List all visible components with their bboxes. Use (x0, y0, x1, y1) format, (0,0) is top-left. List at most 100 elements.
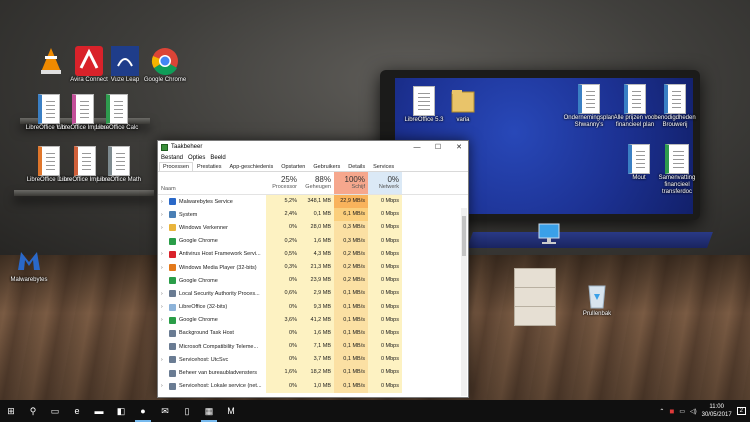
process-disk: 0,3 MB/s (334, 234, 368, 248)
menu-bestand[interactable]: Bestand (161, 155, 183, 161)
column-processor[interactable]: 25% Processor (266, 172, 300, 194)
process-memory: 0,1 MB (300, 208, 334, 222)
menu-opties[interactable]: Opties (188, 155, 205, 161)
process-memory: 1,0 MB (300, 379, 334, 393)
tab-details[interactable]: Details (344, 162, 369, 171)
process-row[interactable]: Microsoft Compatibility Teleme... 0% 7,1 M… (158, 340, 468, 354)
tab-opstarten[interactable]: Opstarten (277, 162, 309, 171)
chevron-right-icon[interactable]: › (161, 383, 166, 389)
chevron-right-icon[interactable]: › (161, 199, 166, 205)
menu-bar: Bestand Opties Beeld (158, 153, 468, 162)
taskbar-mail-button[interactable]: ✉ (154, 400, 176, 422)
chevron-right-icon[interactable]: › (161, 304, 166, 310)
process-row[interactable]: Google Chrome 0,2% 1,6 MB 0,3 MB/s 0 Mbps (158, 234, 468, 248)
libreoffice-doc-icon: ▯ (184, 405, 190, 416)
process-network: 0 Mbps (368, 221, 402, 235)
process-row[interactable]: › Antivirus Host Framework Servi... 0,5% 4,… (158, 247, 468, 261)
process-row[interactable]: Google Chrome 0% 23,9 MB 0,2 MB/s 0 Mbps (158, 274, 468, 288)
process-disk: 0,1 MB/s (334, 366, 368, 380)
scrollbar[interactable] (461, 208, 467, 396)
taskbar-taskmanager-button[interactable]: ▦ (198, 400, 220, 422)
process-network: 0 Mbps (368, 366, 402, 380)
minimize-button[interactable]: — (408, 144, 426, 151)
taskbar-explorer-button[interactable]: ▬ (88, 400, 110, 422)
chevron-right-icon[interactable]: › (161, 225, 166, 231)
chevron-right-icon[interactable]: › (161, 317, 166, 323)
chevron-right-icon[interactable]: › (161, 291, 166, 297)
process-row[interactable]: › Windows Media Player (32-bits) 0,3% 21,3 … (158, 260, 468, 275)
process-row[interactable]: › System 2,4% 0,1 MB 6,1 MB/s 0 Mbps (158, 208, 468, 222)
taskbar-edge-button[interactable]: e (66, 400, 88, 422)
desktop-icon-malwarebytes[interactable]: Malwarebytes (2, 246, 56, 284)
desktop-icon-recycle-bin[interactable]: Prullenbak (570, 280, 624, 318)
avira-tray-icon[interactable]: ◼ (669, 408, 674, 415)
column-network[interactable]: 0% Netwerk (368, 172, 402, 194)
malwarebytes-icon (15, 246, 43, 276)
tab-bar: Processen Prestaties App-geschiedenis Op… (158, 162, 468, 172)
system-tray: ⌃ ◼ ▭ ◁) 11:00 30/05/2017 2 (659, 403, 750, 419)
process-row[interactable]: Background Task Host 0% 1,6 MB 0,1 MB/s 0 Mb… (158, 326, 468, 341)
menu-beeld[interactable]: Beeld (210, 155, 225, 161)
process-name-cell: › Servicehost: UtcSvc (158, 356, 266, 364)
process-row[interactable]: › LibreOffice (32-bits) 0% 9,3 MB 0,1 MB/s 0 … (158, 300, 468, 314)
process-name-cell: › Servicehost: Lokale service (net... (158, 382, 266, 390)
desktop-icon-network[interactable] (522, 220, 576, 251)
taskbar-malwarebytes-button[interactable]: M (220, 400, 242, 422)
taskbar-task-view-button[interactable]: ▭ (44, 400, 66, 422)
scrollbar-thumb[interactable] (462, 216, 466, 256)
process-name: Google Chrome (179, 277, 218, 284)
column-memory[interactable]: 88% Geheugen (300, 172, 334, 194)
desktop-icon-benodigdheden[interactable]: benodigdheden Brouwerij (648, 84, 702, 129)
network-icon[interactable]: ▭ (679, 408, 685, 415)
title-bar[interactable]: Taakbeheer — ☐ ✕ (158, 141, 468, 153)
libreoffice-doc-icon (169, 303, 176, 311)
desktop-icon-samenvatting[interactable]: Samenvatting financieel transferdoc (650, 144, 704, 196)
process-disk: 0,1 MB/s (334, 313, 368, 327)
chevron-right-icon[interactable]: › (161, 265, 166, 271)
maximize-button[interactable]: ☐ (429, 143, 447, 151)
taskbar-start-button[interactable]: ⊞ (0, 400, 22, 422)
chevron-right-icon[interactable]: › (161, 357, 166, 363)
tab-prestaties[interactable]: Prestaties (193, 162, 225, 171)
desktop-icon-lo-calc[interactable]: LibreOffice Calc (90, 94, 144, 132)
taskbar-chrome-button[interactable]: ● (132, 400, 154, 422)
process-row[interactable]: › Windows Verkenner 0% 28,0 MB 0,3 MB/s 0 Mbp… (158, 221, 468, 235)
close-button[interactable]: ✕ (450, 143, 468, 151)
column-disk[interactable]: 100% Schijf (334, 172, 368, 194)
process-row[interactable]: › Servicehost: UtcSvc 0% 3,7 MB 0,1 MB/s 0 Mb… (158, 353, 468, 367)
process-name-cell: › System (158, 211, 266, 219)
desktop-icon-varia[interactable]: varia (436, 86, 490, 124)
taskbar-search-button[interactable]: ⚲ (22, 400, 44, 422)
tab-processen[interactable]: Processen (159, 162, 193, 171)
desktop-icon-chrome[interactable]: Google Chrome (138, 46, 192, 84)
process-row[interactable]: › Servicehost: Lokale service (net... 0% 1,… (158, 379, 468, 393)
tab-app-geschiedenis[interactable]: App-geschiedenis (225, 162, 277, 171)
process-disk: 6,1 MB/s (334, 208, 368, 222)
volume-icon[interactable]: ◁) (690, 408, 697, 415)
column-name[interactable]: Naam (158, 172, 266, 194)
malwarebytes-icon (169, 198, 176, 206)
process-row[interactable]: Beheer van bureaubladvensters 1,6% 18,2 MB… (158, 366, 468, 380)
service-icon (169, 343, 176, 351)
clock[interactable]: 11:00 30/05/2017 (702, 403, 732, 419)
process-row[interactable]: › Google Chrome 3,6% 41,2 MB 0,1 MB/s 0 Mbps (158, 313, 468, 327)
taskbar-store-button[interactable]: ◧ (110, 400, 132, 422)
process-row[interactable]: › Local Security Authority Proces... 0,6% 2… (158, 287, 468, 301)
chevron-right-icon[interactable]: › (161, 251, 166, 257)
chevron-up-icon[interactable]: ⌃ (659, 408, 664, 415)
process-row[interactable]: › Malwarebytes Service 5,2% 348,1 MB 22,9 MB… (158, 195, 468, 209)
taskbar-libreoffice-button[interactable]: ▯ (176, 400, 198, 422)
task-manager-window[interactable]: Taakbeheer — ☐ ✕ Bestand Opties Beeld Pr… (157, 140, 469, 398)
desktop-icon-lo-math[interactable]: LibreOffice Math (92, 146, 146, 184)
notification-center-icon[interactable]: 2 (736, 407, 746, 415)
process-name-cell: › Antivirus Host Framework Servi... (158, 250, 266, 258)
process-memory: 28,0 MB (300, 221, 334, 235)
tab-gebruikers[interactable]: Gebruikers (309, 162, 344, 171)
tab-services[interactable]: Services (369, 162, 398, 171)
column-header: Naam 25% Processor 88% Geheugen 100% Sch… (158, 172, 468, 195)
libreoffice-doc-icon (413, 86, 435, 116)
windows-start-icon: ⊞ (7, 405, 15, 416)
task-manager-icon (161, 143, 168, 151)
chevron-right-icon[interactable]: › (161, 212, 166, 218)
chrome-icon: ● (140, 406, 146, 416)
